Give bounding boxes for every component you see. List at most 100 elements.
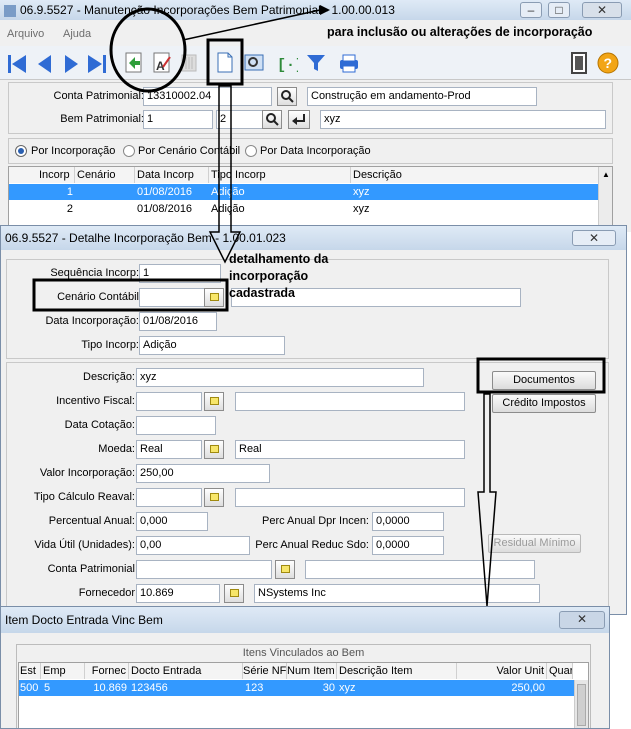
detail-title: 06.9.5527 - Detalhe Incorporação Bem - 1… — [5, 231, 286, 245]
row-valor-unit: 250,00 — [511, 682, 545, 694]
perc-reduc-sdo-field[interactable]: 0,0000 — [372, 536, 444, 555]
col-num-item[interactable]: Num Item — [287, 663, 337, 679]
add-record-icon[interactable] — [123, 51, 145, 75]
itens-grid-scrollbar[interactable] — [574, 680, 588, 728]
fornecedor-field[interactable]: 10.869 — [136, 584, 220, 603]
percentual-anual-label: Percentual Anual: — [48, 515, 135, 527]
scroll-up-icon[interactable]: ▲ — [602, 170, 610, 179]
close-button[interactable]: ✕ — [582, 2, 622, 18]
tipo-calculo-field[interactable] — [136, 488, 202, 507]
table-row[interactable]: 1 01/08/2016 Adição xyz — [9, 184, 598, 200]
col-data-incorp[interactable]: Data Incorp — [135, 167, 209, 183]
table-row[interactable]: 500 5 10.869 123456 123 30 xyz 250,00 — [19, 680, 574, 696]
detail-document-icon[interactable] — [215, 51, 235, 75]
sequencia-field[interactable]: 1 — [139, 264, 221, 283]
folder-icon — [210, 493, 219, 501]
svg-text:[·]: [·] — [277, 57, 298, 74]
data-incorporacao-field[interactable]: 01/08/2016 — [139, 312, 217, 331]
conta-search-button[interactable] — [277, 87, 297, 106]
help-icon[interactable]: ? — [596, 51, 620, 75]
svg-text:?: ? — [604, 55, 613, 71]
data-cotacao-field[interactable] — [136, 416, 216, 435]
bem-search-button[interactable] — [262, 110, 282, 129]
bem-return-button[interactable] — [288, 110, 310, 129]
maximize-button[interactable]: □ — [548, 2, 570, 18]
tipo-calculo-lookup-button[interactable] — [204, 488, 224, 507]
radio-por-incorporacao-label: Por Incorporação — [31, 145, 116, 157]
fornecedor-lookup-button[interactable] — [224, 584, 244, 603]
folder-icon — [281, 565, 290, 573]
previous-record-icon[interactable] — [34, 53, 56, 75]
perc-dpr-incen-field[interactable]: 0,0000 — [372, 512, 444, 531]
conta-detail-lookup-button[interactable] — [275, 560, 295, 579]
item-title: Item Docto Entrada Vinc Bem — [5, 613, 163, 627]
moeda-field[interactable]: Real — [136, 440, 202, 459]
incentivo-lookup-button[interactable] — [204, 392, 224, 411]
radio-por-data[interactable] — [245, 145, 257, 157]
print-icon[interactable] — [337, 52, 361, 74]
descricao-field[interactable]: xyz — [136, 368, 424, 387]
last-record-icon[interactable] — [86, 53, 108, 75]
bem-patrimonial-field[interactable]: 1 — [143, 110, 213, 129]
conta-patrimonial-field[interactable]: 13310002.04 — [143, 87, 272, 106]
percentual-anual-field[interactable]: 0,000 — [136, 512, 208, 531]
table-row[interactable]: 2 01/08/2016 Adição xyz — [9, 201, 598, 217]
zoom-view-icon[interactable] — [243, 52, 265, 74]
app-icon — [4, 4, 16, 17]
grid-header: Incorp Cenário Data Incorp Tipo Incorp D… — [9, 167, 612, 183]
bem-sequencia-field[interactable]: 2 — [216, 110, 264, 129]
tipo-incorp-label: Tipo Incorp: — [81, 339, 139, 351]
filter-icon[interactable] — [305, 52, 327, 74]
documentos-button[interactable]: Documentos — [492, 371, 596, 390]
radio-por-cenario[interactable] — [123, 145, 135, 157]
cenario-lookup-button[interactable] — [204, 288, 224, 307]
delete-record-icon — [181, 54, 197, 72]
valor-incorporacao-label: Valor Incorporação: — [39, 467, 135, 479]
item-close-button[interactable]: ✕ — [559, 611, 605, 629]
grid-scrollbar[interactable]: ▲ — [598, 167, 612, 231]
col-est[interactable]: Est — [19, 663, 41, 679]
scroll-thumb[interactable] — [577, 684, 586, 726]
radio-por-incorporacao[interactable] — [15, 145, 27, 157]
menu-arquivo[interactable]: Arquivo — [7, 28, 44, 40]
itens-grid-header: Est Emp Fornec Docto Entrada Série NF Nu… — [19, 663, 588, 679]
item-title-bar: Item Docto Entrada Vinc Bem — [1, 607, 609, 633]
vida-util-field[interactable]: 0,00 — [136, 536, 250, 555]
col-docto[interactable]: Docto Entrada — [129, 663, 243, 679]
col-emp[interactable]: Emp — [41, 663, 85, 679]
cenario-contabil-field[interactable] — [139, 288, 205, 307]
edit-record-icon[interactable]: A — [151, 51, 173, 75]
credito-impostos-button[interactable]: Crédito Impostos — [492, 394, 596, 413]
col-serie[interactable]: Série NF — [243, 663, 287, 679]
moeda-lookup-button[interactable] — [204, 440, 224, 459]
conta-patrimonial-detail-field[interactable] — [136, 560, 272, 579]
incentivo-fiscal-field[interactable] — [136, 392, 202, 411]
col-tipo-incorp[interactable]: Tipo Incorp — [209, 167, 351, 183]
residual-minimo-button[interactable]: Residual Mínimo — [488, 534, 581, 553]
detail-close-button[interactable]: ✕ — [572, 230, 616, 246]
valor-incorporacao-field[interactable]: 250,00 — [136, 464, 270, 483]
fornecedor-label: Fornecedor — [78, 587, 135, 599]
minimize-button[interactable]: – — [520, 2, 542, 18]
exit-icon[interactable] — [568, 51, 590, 75]
col-incorp[interactable]: Incorp — [9, 167, 75, 183]
tipo-incorp-field[interactable]: Adição — [139, 336, 285, 355]
col-cenario[interactable]: Cenário — [75, 167, 135, 183]
menu-ajuda[interactable]: Ajuda — [63, 28, 91, 40]
goto-icon[interactable]: [·] — [276, 52, 298, 74]
col-descricao-item[interactable]: Descrição Item — [337, 663, 457, 679]
col-quant[interactable]: Quar — [547, 663, 573, 679]
next-record-icon[interactable] — [60, 53, 82, 75]
vida-util-label: Vida Útil (Unidades): — [34, 539, 135, 551]
conta-descricao-field: Construção em andamento-Prod — [307, 87, 537, 106]
col-fornec[interactable]: Fornec — [85, 663, 129, 679]
perc-dpr-incen-label: Perc Anual Dpr Incen: — [261, 515, 369, 527]
first-record-icon[interactable] — [6, 53, 28, 75]
col-valor-unit[interactable]: Valor Unit — [457, 663, 547, 679]
tipo-calculo-label: Tipo Cálculo Reaval: — [33, 491, 135, 503]
row-data: 01/08/2016 — [137, 203, 193, 215]
cenario-contabil-label: Cenário Contábil — [57, 291, 139, 303]
col-descricao[interactable]: Descrição — [351, 167, 599, 183]
sort-options-panel: Por Incorporação Por Cenário Contábil Po… — [8, 138, 613, 164]
folder-icon — [230, 589, 239, 597]
